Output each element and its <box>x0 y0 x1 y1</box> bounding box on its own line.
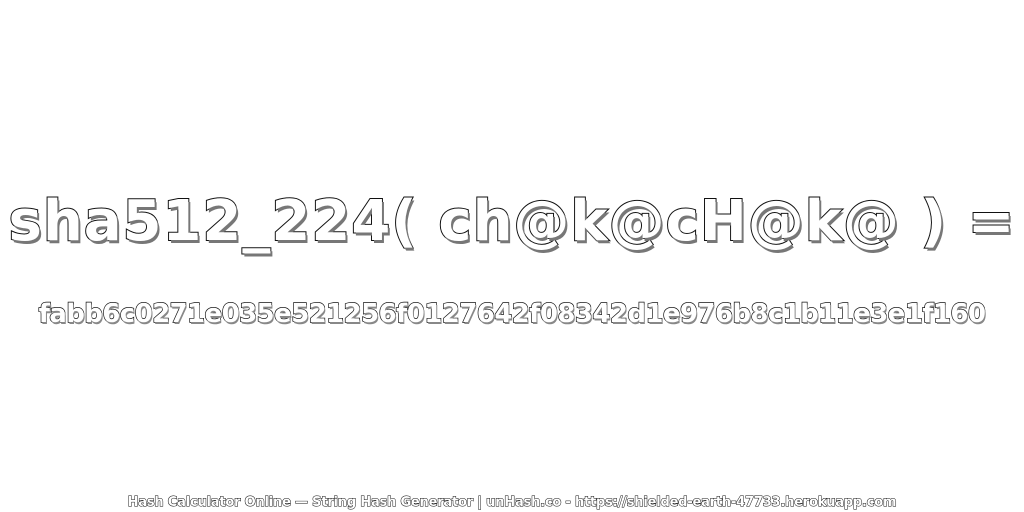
site-footer-caption: Hash Calculator Online — String Hash Gen… <box>127 495 897 511</box>
hash-image-canvas: sha512_224( ch@k@cH@k@ ) = fabb6c0271e03… <box>0 0 1024 512</box>
hash-expression-heading: sha512_224( ch@k@cH@k@ ) = <box>8 188 1016 255</box>
hash-digest-value: fabb6c0271e035e521256f0127642f08342d1e97… <box>38 298 987 329</box>
